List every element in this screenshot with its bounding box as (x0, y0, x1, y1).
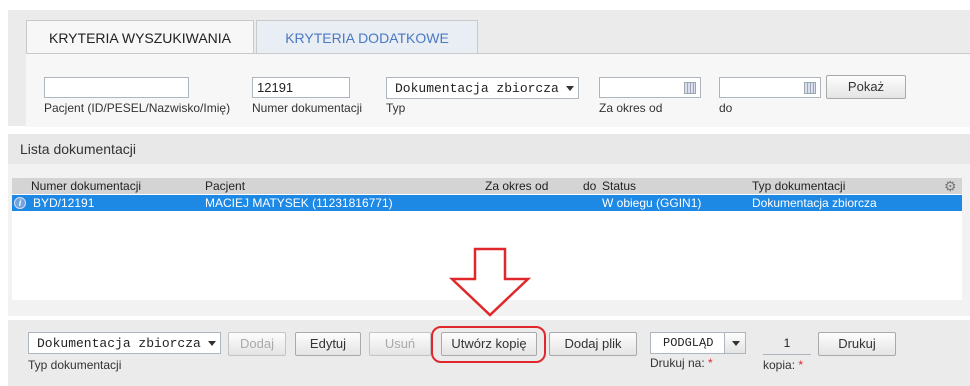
type-select-value: Dokumentacja zbiorcza (395, 81, 559, 96)
column-header-to[interactable]: do (583, 179, 596, 193)
patient-input[interactable] (44, 77, 189, 98)
chevron-down-icon (732, 341, 740, 346)
print-button[interactable]: Drukuj (818, 332, 896, 356)
chevron-down-icon (566, 86, 574, 91)
add-file-button[interactable]: Dodaj plik (549, 332, 637, 356)
row-type: Dokumentacja zbiorcza (752, 196, 877, 210)
type-select[interactable]: Dokumentacja zbiorcza (386, 77, 579, 99)
print-mode-dropdown[interactable] (724, 333, 745, 353)
required-mark: * (708, 356, 713, 370)
type-label: Typ (386, 101, 406, 115)
doc-type-label: Typ dokumentacji (28, 358, 122, 372)
show-button[interactable]: Pokaż (826, 75, 906, 99)
create-copy-button-label: Utwórz kopię (451, 336, 527, 351)
add-button[interactable]: Dodaj (228, 332, 286, 356)
edit-button-label: Edytuj (309, 336, 347, 351)
tab-search-criteria[interactable]: KRYTERIA WYSZUKIWANIA (26, 20, 254, 54)
down-arrow-annotation (448, 247, 532, 317)
edit-button[interactable]: Edytuj (295, 332, 361, 356)
row-patient: MACIEJ MATYSEK (11231816771) (205, 196, 393, 210)
tab-search-criteria-label: KRYTERIA WYSZUKIWANIA (48, 30, 232, 46)
create-copy-button[interactable]: Utwórz kopię (441, 332, 537, 356)
criteria-form: Pacjent (ID/PESEL/Nazwisko/Imię) 12191 N… (26, 53, 970, 127)
print-button-label: Drukuj (838, 336, 876, 351)
list-header: Lista dokumentacji (8, 134, 970, 164)
add-button-label: Dodaj (240, 336, 274, 351)
copies-label: kopia: * (763, 358, 803, 372)
show-button-label: Pokaż (847, 79, 885, 94)
column-header-patient[interactable]: Pacjent (205, 179, 245, 193)
column-header-number[interactable]: Numer dokumentacji (31, 179, 141, 193)
date-to-label: do (719, 101, 733, 115)
print-mode-label: Drukuj na: * (650, 356, 713, 370)
patient-label: Pacjent (ID/PESEL/Nazwisko/Imię) (44, 101, 231, 115)
criteria-panel: KRYTERIA WYSZUKIWANIA KRYTERIA DODATKOWE… (8, 10, 970, 127)
print-mode-value: PODGLĄD (663, 336, 714, 350)
row-status: W obiegu (GGIN1) (602, 196, 702, 210)
print-mode-select[interactable]: PODGLĄD (650, 332, 746, 354)
column-header-from[interactable]: Za okres od (485, 179, 548, 193)
table-row[interactable]: i BYD/12191 MACIEJ MATYSEK (11231816771)… (12, 195, 962, 211)
doc-number-label: Numer dokumentacji (252, 101, 363, 115)
date-to-input[interactable] (719, 77, 821, 98)
chevron-down-icon (208, 341, 216, 346)
delete-button-label: Usuń (384, 336, 416, 351)
tab-additional-criteria[interactable]: KRYTERIA DODATKOWE (256, 20, 478, 54)
doc-number-input[interactable]: 12191 (252, 77, 350, 98)
delete-button[interactable]: Usuń (369, 332, 431, 356)
doc-number-value: 12191 (257, 80, 294, 95)
print-mode-label-text: Drukuj na: (650, 356, 705, 370)
add-file-button-label: Dodaj plik (564, 336, 622, 351)
calendar-icon[interactable] (804, 82, 816, 94)
calendar-icon[interactable] (684, 82, 696, 94)
copies-label-text: kopia: (763, 358, 796, 372)
list-title: Lista dokumentacji (20, 141, 136, 157)
row-number: BYD/12191 (33, 196, 95, 210)
column-header-status[interactable]: Status (602, 179, 636, 193)
copies-value: 1 (783, 336, 791, 350)
action-bar: Dokumentacja zbiorcza Typ dokumentacji D… (8, 320, 970, 386)
date-from-label: Za okres od (599, 101, 663, 115)
grid-header: Numer dokumentacji Pacjent Za okres od d… (12, 178, 962, 194)
doc-type-select-value: Dokumentacja zbiorcza (37, 336, 201, 351)
doc-type-select[interactable]: Dokumentacja zbiorcza (28, 332, 221, 354)
tab-additional-criteria-label: KRYTERIA DODATKOWE (285, 30, 449, 46)
column-header-type[interactable]: Typ dokumentacji (752, 179, 845, 193)
date-from-input[interactable] (599, 77, 701, 98)
copies-input[interactable]: 1 (763, 334, 811, 355)
required-mark: * (798, 358, 804, 372)
info-icon: i (14, 197, 26, 209)
gear-icon[interactable]: ⚙ (944, 179, 958, 193)
